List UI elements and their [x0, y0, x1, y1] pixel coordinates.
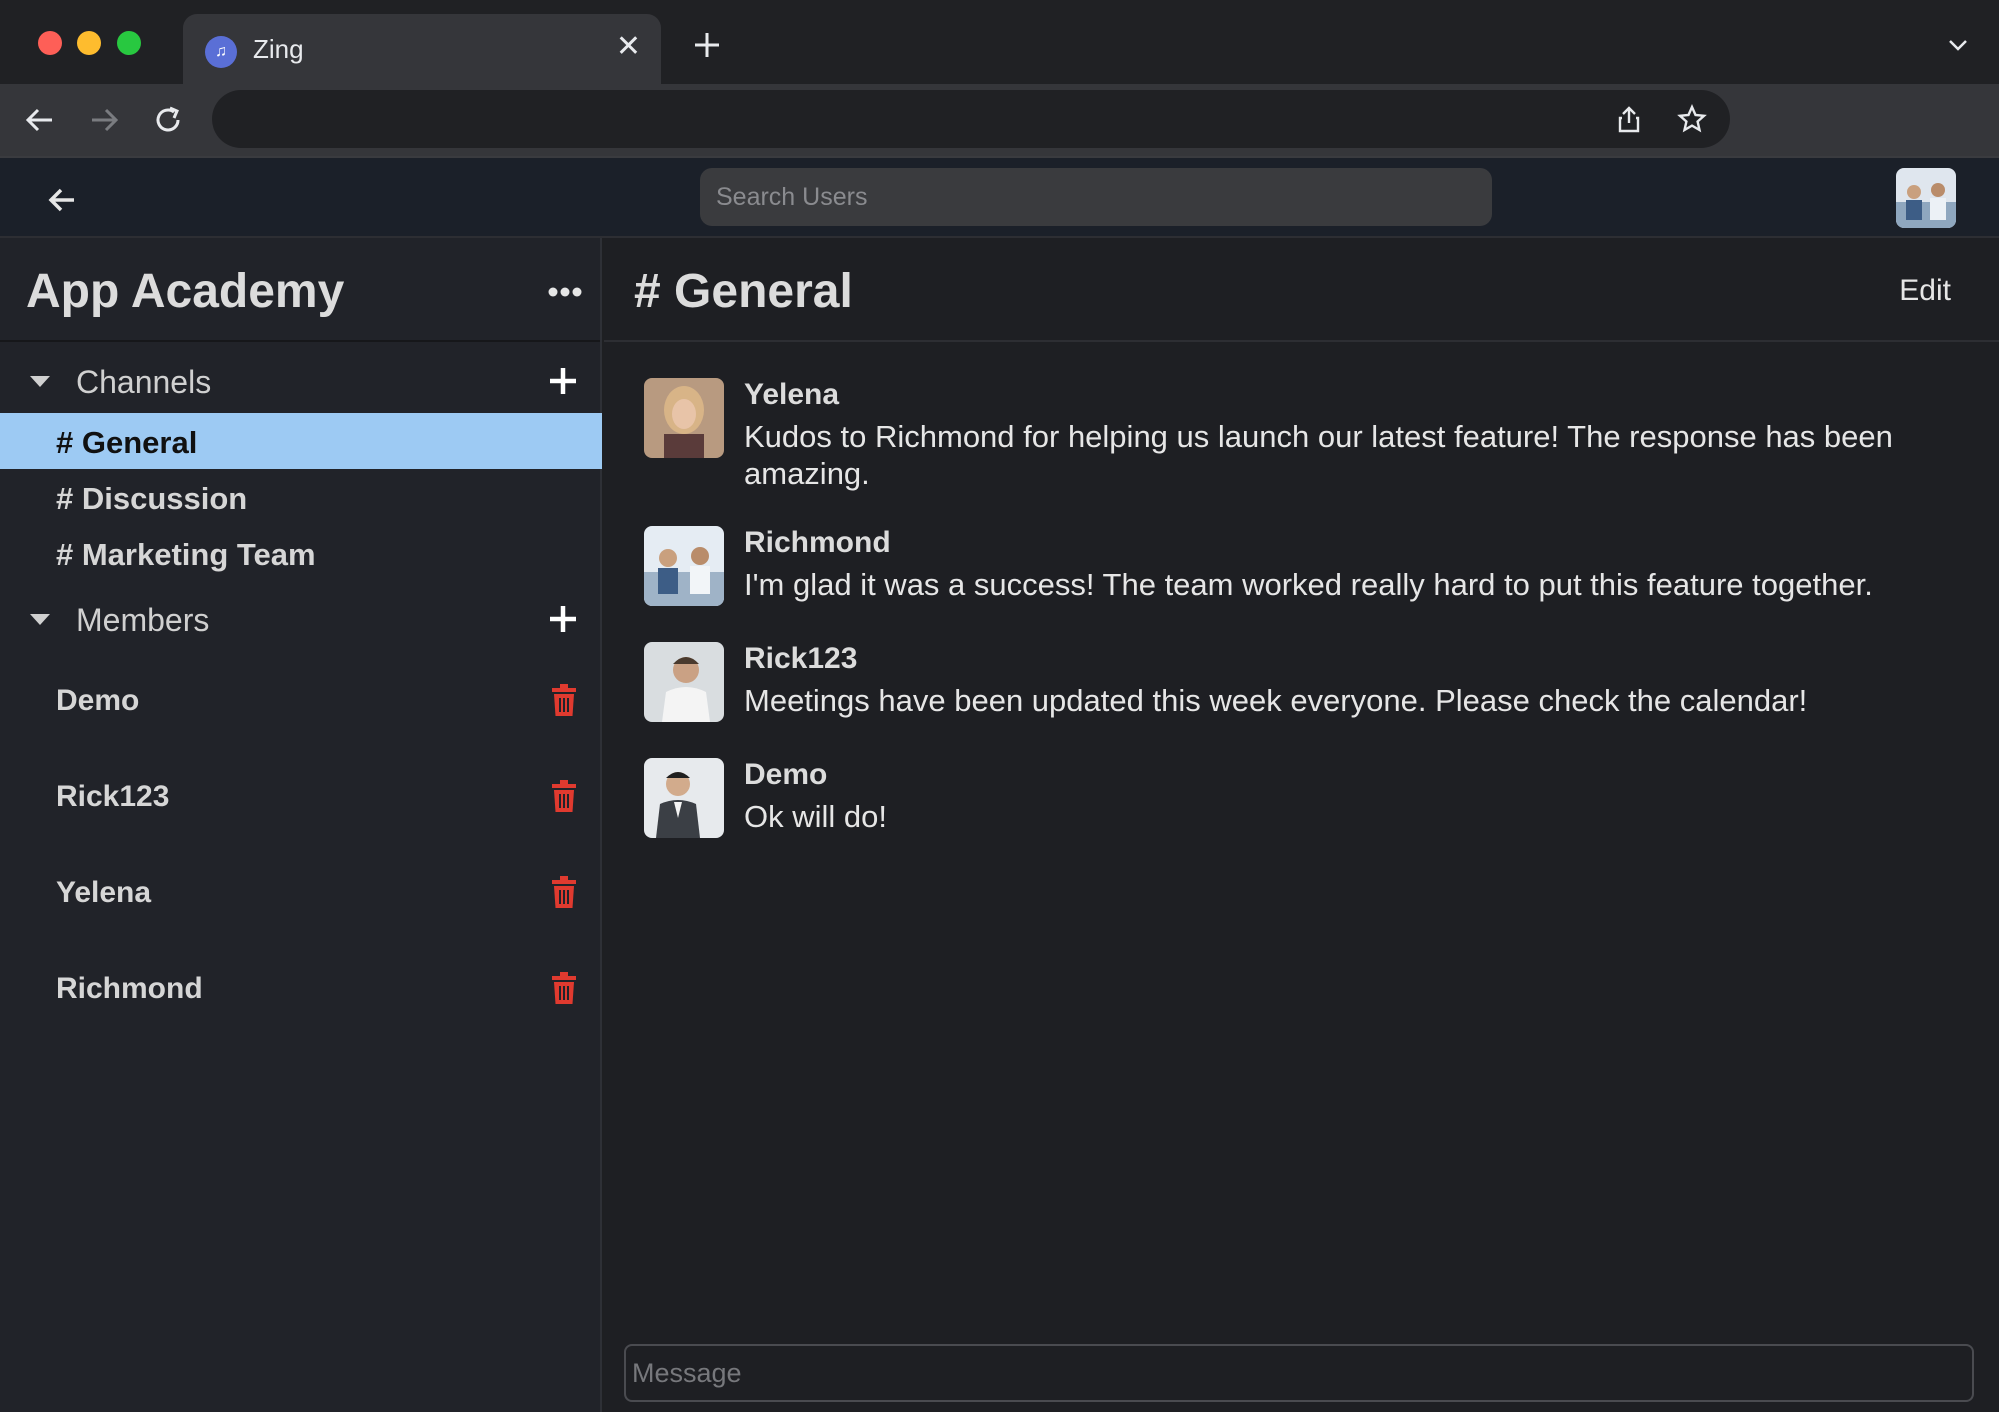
member-item-richmond: Richmond [0, 942, 600, 1038]
caret-down-icon[interactable] [30, 374, 50, 388]
workspace-name: App Academy [26, 265, 345, 318]
channel-item-marketing-team[interactable]: # Marketing Team [0, 525, 602, 581]
back-arrow-icon[interactable] [44, 182, 80, 218]
member-name: Rick123 [56, 780, 170, 813]
members-label: Members [76, 602, 210, 638]
avatar[interactable] [644, 526, 724, 606]
channel-label: # Marketing Team [56, 537, 316, 572]
workspace-header: App Academy [0, 238, 600, 342]
channel-item-discussion[interactable]: # Discussion [0, 469, 602, 525]
zing-favicon-icon: ♫ [205, 36, 237, 68]
bookmark-star-icon[interactable] [1677, 104, 1707, 134]
message-text: Ok will do! [744, 799, 887, 834]
member-name: Richmond [56, 972, 203, 1005]
search-users-input[interactable] [700, 168, 1492, 226]
message-author: Yelena [744, 378, 840, 411]
trash-icon[interactable] [550, 780, 578, 812]
chevron-down-icon[interactable] [1947, 34, 1969, 56]
share-icon[interactable] [1614, 104, 1644, 134]
message-text: I'm glad it was a success! The team work… [744, 567, 1873, 602]
members-section-header: Members [0, 590, 600, 648]
trash-icon[interactable] [550, 972, 578, 1004]
browser-toolbar [0, 84, 1999, 156]
message-author: Richmond [744, 526, 891, 559]
address-bar[interactable] [212, 90, 1730, 148]
message-input[interactable] [624, 1344, 1974, 1402]
app-header [0, 156, 1999, 238]
member-name: Yelena [56, 876, 152, 909]
maximize-window-button[interactable] [117, 31, 141, 55]
channels-section-header: Channels [0, 352, 600, 410]
message-author: Rick123 [744, 642, 858, 675]
close-window-button[interactable] [38, 31, 62, 55]
avatar[interactable] [644, 642, 724, 722]
avatar[interactable] [644, 378, 724, 458]
member-name: Demo [56, 684, 140, 717]
more-options-icon[interactable] [548, 286, 582, 298]
add-channel-icon[interactable] [548, 366, 578, 396]
user-avatar[interactable] [1896, 168, 1956, 228]
member-item-demo: Demo [0, 654, 600, 750]
browser-tab[interactable]: ♫ Zing ✕ [183, 14, 661, 84]
chat-main: # General Edit Yelena Kudos to Richmond … [604, 238, 1999, 1412]
tab-close-icon[interactable]: ✕ [616, 32, 641, 62]
sidebar: App Academy Channels # General # Discuss… [0, 238, 602, 1412]
channel-label: # Discussion [56, 481, 248, 516]
caret-down-icon[interactable] [30, 612, 50, 626]
channel-title: # General [634, 265, 853, 318]
forward-arrow-icon[interactable] [86, 102, 122, 138]
message-text: Kudos to Richmond for helping us launch … [744, 419, 1893, 491]
message-author: Demo [744, 758, 828, 791]
browser-tab-bar: ♫ Zing ✕ [0, 0, 1999, 84]
reload-icon[interactable] [150, 102, 186, 138]
channel-item-general[interactable]: # General [0, 413, 602, 469]
avatar[interactable] [644, 758, 724, 838]
message-text: Meetings have been updated this week eve… [744, 683, 1808, 718]
channels-label: Channels [76, 364, 212, 400]
trash-icon[interactable] [550, 684, 578, 716]
add-member-icon[interactable] [548, 604, 578, 634]
minimize-window-button[interactable] [77, 31, 101, 55]
channel-label: # General [56, 425, 198, 460]
new-tab-icon[interactable] [690, 28, 724, 62]
tab-title: Zing [253, 34, 304, 64]
member-item-rick123: Rick123 [0, 750, 600, 846]
trash-icon[interactable] [550, 876, 578, 908]
member-item-yelena: Yelena [0, 846, 600, 942]
edit-channel-button[interactable]: Edit [1899, 274, 1951, 308]
back-arrow-icon[interactable] [22, 102, 58, 138]
channel-header: # General Edit [604, 238, 1999, 342]
